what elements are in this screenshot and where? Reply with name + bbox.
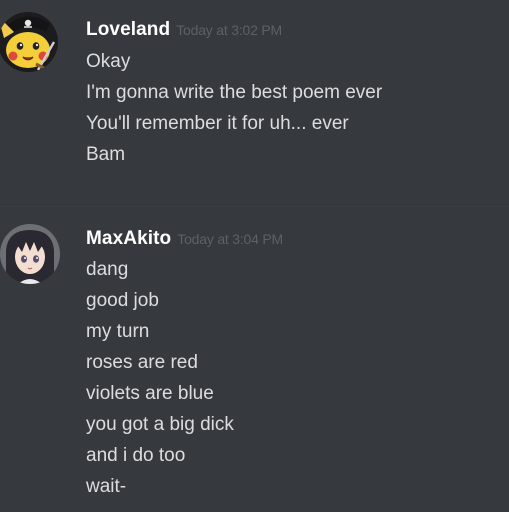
message-line: and i do too <box>86 445 186 466</box>
avatar-loveland[interactable] <box>0 12 58 72</box>
message-line: wait- <box>86 476 127 497</box>
message-header: MaxAkito Today at 3:04 PM <box>86 228 283 252</box>
message-line: good job <box>86 290 159 311</box>
message-divider <box>0 206 509 207</box>
message-line: violets are blue <box>86 383 214 404</box>
timestamp: Today at 3:02 PM <box>176 22 282 38</box>
message-lines: Okay I'm gonna write the best poem ever … <box>86 46 382 170</box>
username[interactable]: Loveland <box>86 19 170 40</box>
message-lines: dang good job my turn roses are red viol… <box>86 254 234 502</box>
message-line: Bam <box>86 144 126 165</box>
message-line: Okay <box>86 51 131 72</box>
timestamp: Today at 3:04 PM <box>177 231 284 247</box>
avatar-maxakito[interactable] <box>0 224 60 284</box>
message-header: Loveland Today at 3:02 PM <box>86 19 282 43</box>
message-line: you got a big dick <box>86 414 234 435</box>
message-line: my turn <box>86 321 150 342</box>
message-line: roses are red <box>86 352 198 373</box>
username[interactable]: MaxAkito <box>86 228 171 249</box>
message-line: You'll remember it for uh... ever <box>86 113 349 134</box>
message-line: dang <box>86 259 129 280</box>
anime-girl-icon <box>0 224 60 284</box>
message-line: I'm gonna write the best poem ever <box>86 82 383 103</box>
pikachu-pirate-icon <box>0 12 58 72</box>
